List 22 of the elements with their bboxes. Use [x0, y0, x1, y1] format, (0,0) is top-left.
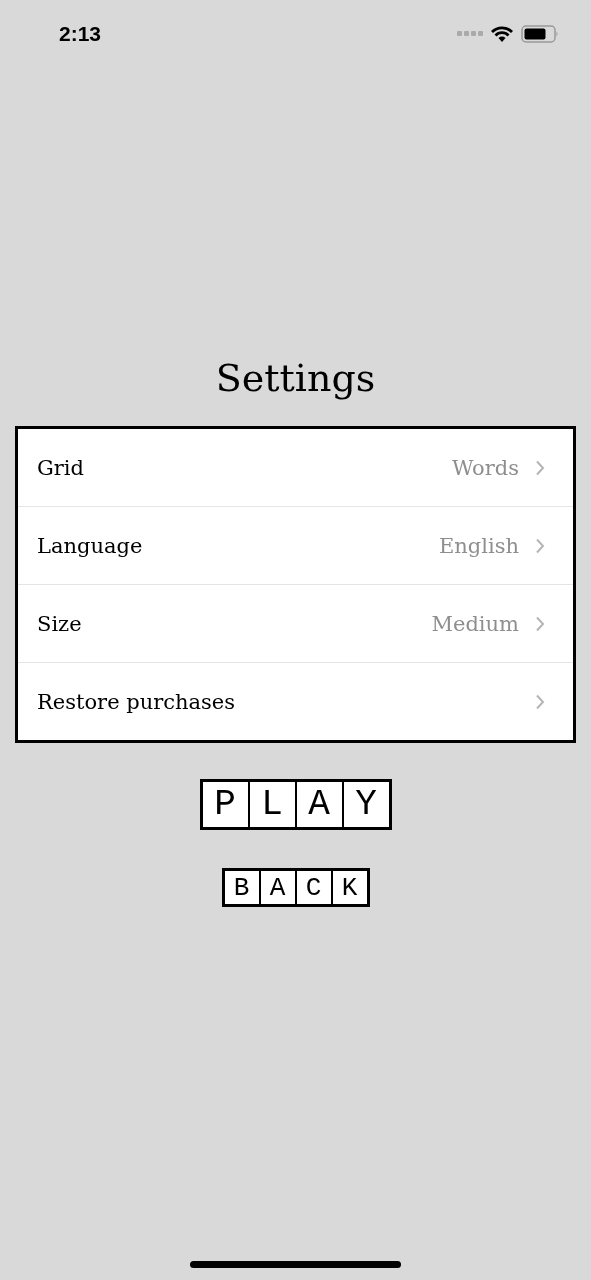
chevron-icon	[535, 537, 545, 554]
play-button[interactable]: P L A Y	[199, 779, 392, 830]
row-value: Medium	[431, 611, 519, 636]
settings-row[interactable]: Grid Words	[18, 429, 573, 506]
battery-icon	[521, 25, 559, 43]
row-label: Language	[37, 533, 143, 558]
row-label: Grid	[37, 455, 84, 480]
settings-row[interactable]: Size Medium	[18, 584, 573, 662]
row-label: Restore purchases	[37, 689, 236, 714]
row-label: Size	[37, 611, 82, 636]
back-button[interactable]: B A C K	[221, 868, 370, 907]
row-value: Words	[451, 455, 519, 480]
settings-row[interactable]: Restore purchases	[18, 662, 573, 740]
wifi-icon	[491, 26, 513, 42]
settings-row[interactable]: Language English	[18, 506, 573, 584]
chevron-icon	[535, 615, 545, 632]
status-time: 2:13	[59, 22, 102, 46]
page-title: Settings	[215, 355, 376, 402]
chevron-icon	[535, 693, 545, 710]
row-value: English	[438, 533, 519, 558]
chevron-icon	[535, 459, 545, 476]
signal-icon	[457, 31, 483, 37]
